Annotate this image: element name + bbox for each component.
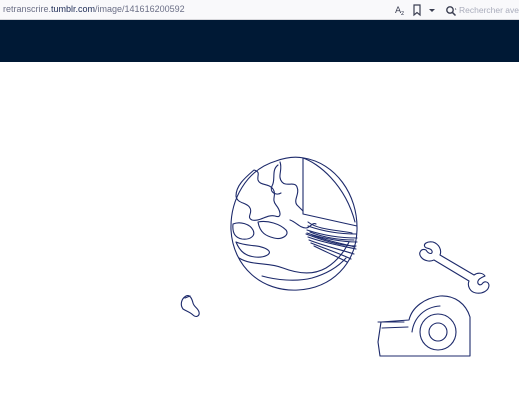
small-piece-drawing [180, 295, 200, 317]
bookmark-icon[interactable] [410, 3, 424, 17]
sketch-image [180, 156, 490, 357]
wrench-drawing [419, 241, 490, 294]
search-icon [445, 4, 457, 17]
url-path: /image/141616200592 [95, 4, 185, 14]
image-viewer [0, 62, 519, 400]
address-bar[interactable]: retranscrire.tumblr.com/image/1416162005… [3, 4, 185, 15]
site-header [0, 20, 519, 62]
url-host: tumblr.com [51, 4, 96, 14]
browser-toolbar: retranscrire.tumblr.com/image/1416162005… [0, 0, 519, 20]
translate-icon[interactable]: A z [394, 3, 408, 17]
tape-dispenser-drawing [377, 295, 471, 357]
url-prefix: retranscrire. [3, 4, 52, 14]
chevron-down-icon[interactable] [425, 3, 439, 17]
svg-text:z: z [401, 10, 404, 17]
search-field[interactable]: Rechercher avec [443, 2, 519, 18]
search-placeholder: Rechercher avec [459, 5, 519, 15]
globe-drawing [230, 156, 358, 291]
